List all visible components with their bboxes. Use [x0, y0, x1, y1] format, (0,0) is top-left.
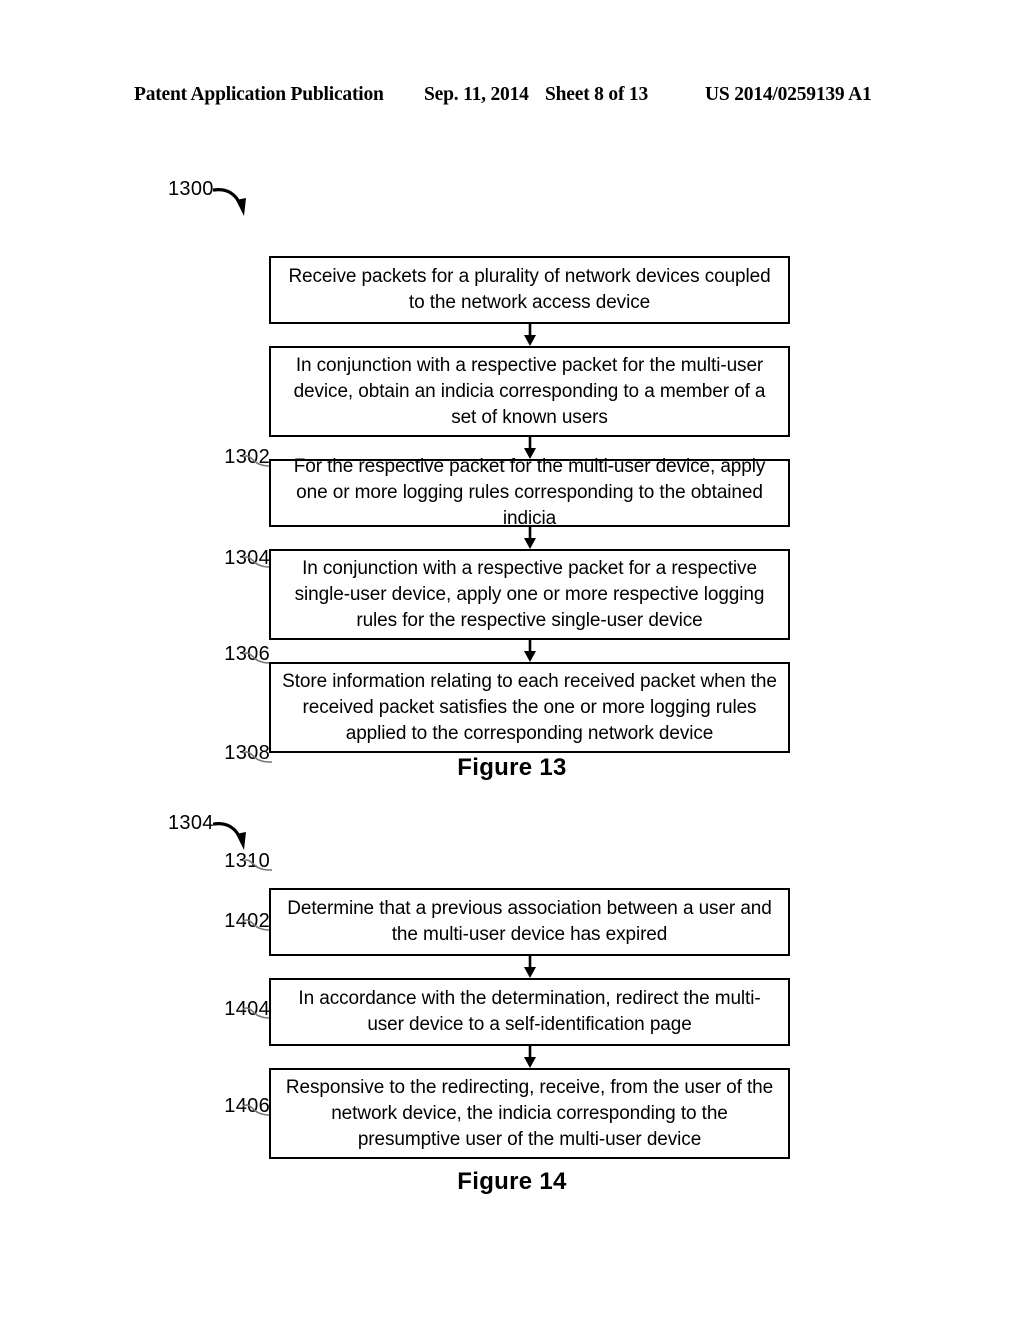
flow-id-label-1300: 1300 [168, 178, 214, 200]
step-box-1310: Store information relating to each recei… [269, 662, 790, 753]
step-text-1310: Store information relating to each recei… [282, 670, 777, 744]
step-box-1304: In conjunction with a respective packet … [269, 346, 790, 437]
header-date: Sep. 11, 2014 [424, 84, 529, 105]
leader-line-1310 [243, 859, 273, 871]
header-patent-number: US 2014/0259139 A1 [705, 84, 872, 105]
connector-arrow-1404-1406 [524, 1046, 536, 1068]
page-header: Patent Application Publication Sep. 11, … [0, 84, 1024, 114]
step-box-1406: Responsive to the redirecting, receive, … [269, 1068, 790, 1159]
step-text-1302: Receive packets for a plurality of netwo… [288, 266, 771, 313]
figure-caption-13: Figure 13 [457, 754, 567, 781]
flow-pointer-arrow-icon [213, 822, 246, 850]
flow-id-label-1304: 1304 [168, 812, 214, 834]
step-text-1402: Determine that a previous association be… [287, 898, 772, 945]
connector-arrow-1308-1310 [524, 640, 536, 662]
figure-caption-14: Figure 14 [457, 1168, 567, 1195]
step-box-1306: For the respective packet for the multi-… [269, 456, 790, 529]
flow-pointer-arrow-icon [213, 188, 246, 216]
step-text-1406: Responsive to the redirecting, receive, … [285, 1076, 774, 1150]
step-text-1404: In accordance with the determination, re… [298, 988, 761, 1035]
step-box-1302: Receive packets for a plurality of netwo… [269, 256, 790, 324]
connector-arrow-1302-1304 [524, 324, 536, 346]
step-text-1308: In conjunction with a respective packet … [294, 557, 765, 631]
header-sheet-number: Sheet 8 of 13 [545, 84, 649, 105]
step-text-1306: For the respective packet for the multi-… [293, 456, 766, 529]
step-text-1304: In conjunction with a respective packet … [293, 354, 766, 428]
connector-arrow-1402-1404 [524, 956, 536, 978]
connector-arrow-1306-1308 [524, 527, 536, 549]
step-box-1402: Determine that a previous association be… [269, 888, 790, 956]
step-box-1404: In accordance with the determination, re… [269, 978, 790, 1046]
step-box-1308: In conjunction with a respective packet … [269, 549, 790, 640]
header-publication: Patent Application Publication [134, 84, 384, 105]
